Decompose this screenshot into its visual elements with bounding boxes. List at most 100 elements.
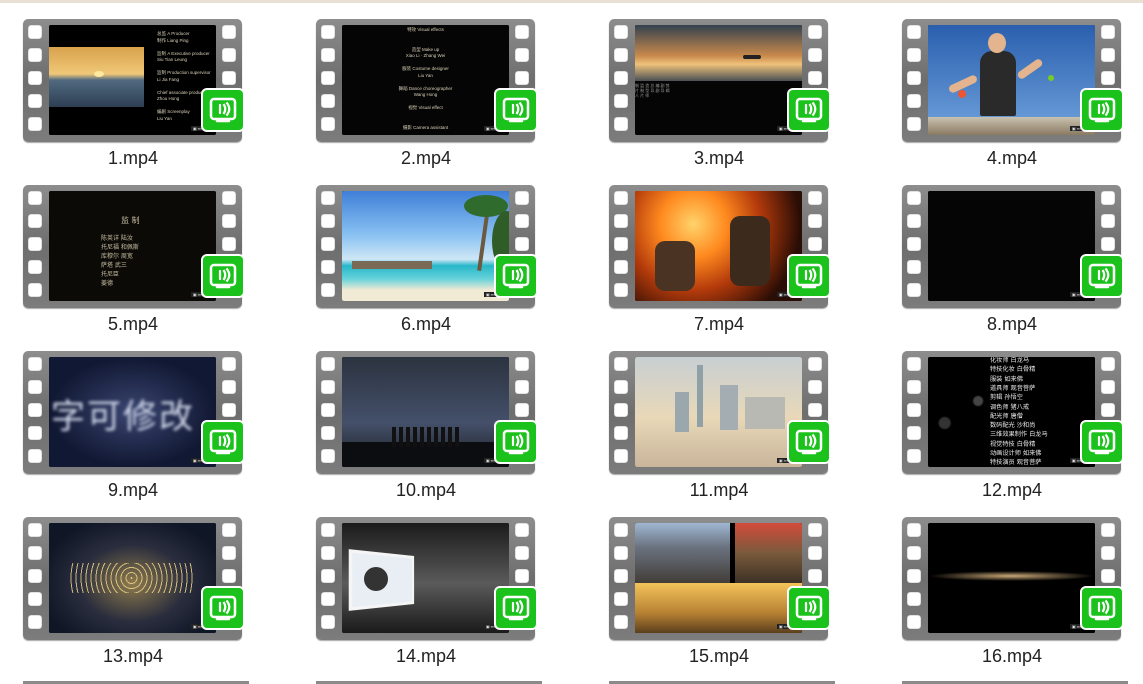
film-hole — [321, 283, 335, 297]
film-hole — [1101, 237, 1115, 251]
file-item[interactable]: 特效 Visual effects 造型 Make up Xiao Li · Zha… — [313, 4, 543, 168]
thumb-credit-line: 库穆尔 周宽 — [101, 253, 133, 260]
film-hole — [614, 403, 628, 417]
video-thumbnail: ▣ ▪▪▪ — [342, 357, 509, 467]
film-holes — [614, 191, 629, 307]
film-hole — [321, 25, 335, 39]
film-holes — [321, 357, 336, 473]
film-hole — [515, 357, 529, 371]
thumb-credit-line: 服装 如来佛 — [990, 375, 1023, 383]
film-hole — [28, 380, 42, 394]
thumb-credit-line: 视觉特技 白骨精 — [990, 440, 1036, 448]
film-hole — [614, 569, 628, 583]
film-hole — [1101, 357, 1115, 371]
film-hole — [515, 380, 529, 394]
film-hole — [907, 214, 921, 228]
film-hole — [321, 546, 335, 560]
film-hole — [907, 569, 921, 583]
file-name: 5.mp4 — [107, 314, 159, 334]
film-hole — [28, 523, 42, 537]
film-hole — [321, 71, 335, 85]
file-item[interactable]: ▣ ▪▪▪ 11.mp4 — [606, 336, 836, 500]
file-item[interactable]: ▣ ▪▪▪ 7.mp4 — [606, 170, 836, 334]
file-item[interactable]: ▣ ▪▪▪ 8.mp4 — [899, 170, 1129, 334]
film-holes — [28, 191, 43, 307]
film-holes — [28, 523, 43, 639]
film-hole — [808, 25, 822, 39]
file-item[interactable]: 字可修改 ▣ ▪▪▪ 9.mp4 — [20, 336, 250, 500]
video-thumbnail: 特效 Visual effects 造型 Make up Xiao Li · Zha… — [342, 25, 509, 135]
film-hole — [28, 48, 42, 62]
film-hole — [515, 523, 529, 537]
file-name: 13.mp4 — [102, 646, 164, 666]
film-hole — [321, 357, 335, 371]
film-hole — [222, 546, 236, 560]
film-hole — [907, 260, 921, 274]
thumb-credit-line: 动画设计师 如来佛 — [990, 450, 1042, 457]
film-hole — [222, 191, 236, 205]
film-hole — [614, 260, 628, 274]
film-hole — [614, 449, 628, 463]
film-hole — [808, 546, 822, 560]
film-holes — [321, 25, 336, 141]
file-item[interactable]: ▣ ▪▪▪ 6.mp4 — [313, 170, 543, 334]
film-hole — [614, 25, 628, 39]
film-hole — [321, 191, 335, 205]
film-hole — [614, 615, 628, 629]
video-thumbnail: 监 制陈英详 陆汝 托尼福 和佩斯 库穆尔 周宽 萨塔 武三 托尼臣 姜德 ▣ ▪▪▪ — [49, 191, 216, 301]
film-hole — [28, 426, 42, 440]
film-hole — [222, 214, 236, 228]
film-holes — [907, 191, 922, 307]
film-hole — [1101, 214, 1115, 228]
film-hole — [614, 426, 628, 440]
file-item[interactable]: ▣ ▪▪▪ 16.mp4 — [899, 502, 1129, 666]
film-hole — [321, 117, 335, 131]
film-hole — [1101, 191, 1115, 205]
film-hole — [515, 546, 529, 560]
film-hole — [222, 380, 236, 394]
file-item[interactable]: ▣ ▪▪▪ 10.mp4 — [313, 336, 543, 500]
thumb-credit-line: 特技化妆 白骨精 — [990, 366, 1036, 374]
file-name: 3.mp4 — [693, 148, 745, 168]
film-holes — [907, 25, 922, 141]
thumb-title: 字可修改 — [51, 397, 195, 437]
file-item[interactable]: 化妆师 白龙马 特技化妆 白骨精 服装 如来佛 道具师 观音菩萨 剪辑 孙悟空 调色师 猪… — [899, 336, 1129, 500]
film-hole — [907, 48, 921, 62]
file-name: 7.mp4 — [693, 314, 745, 334]
film-hole — [907, 191, 921, 205]
file-item[interactable]: 制 监 造 总 编 副 剪片 制 型 导 剧 导 辑人 片 师 ▣ ▪▪▪ 3.… — [606, 4, 836, 168]
film-hole — [907, 426, 921, 440]
file-item[interactable]: ▣ ▪▪▪ 15.mp4 — [606, 502, 836, 666]
film-hole — [907, 449, 921, 463]
film-hole — [907, 71, 921, 85]
film-hole — [515, 191, 529, 205]
video-file-badge-icon — [1080, 586, 1124, 630]
film-holes — [28, 357, 43, 473]
film-hole — [28, 449, 42, 463]
film-hole — [614, 546, 628, 560]
file-item[interactable]: ▣ ▪▪▪ 14.mp4 — [313, 502, 543, 666]
film-hole — [614, 94, 628, 108]
file-item[interactable]: ▣ ▪▪▪ 4.mp4 — [899, 4, 1129, 168]
film-hole — [321, 48, 335, 62]
thumb-credit-line: 特技演员 观音菩萨 — [990, 459, 1042, 467]
file-item[interactable]: 总监 A Producer 制作 Liang Ping 监制 A Executive… — [20, 4, 250, 168]
film-hole — [28, 25, 42, 39]
file-item[interactable]: ▣ ▪▪▪ 13.mp4 — [20, 502, 250, 666]
film-hole — [321, 569, 335, 583]
file-name: 12.mp4 — [981, 480, 1043, 500]
film-hole — [515, 403, 529, 417]
film-hole — [614, 48, 628, 62]
film-hole — [515, 569, 529, 583]
file-grid: 总监 A Producer 制作 Liang Ping 监制 A Executive… — [0, 0, 1143, 684]
film-hole — [28, 592, 42, 606]
film-hole — [28, 569, 42, 583]
film-hole — [614, 357, 628, 371]
film-hole — [907, 283, 921, 297]
file-name: 8.mp4 — [986, 314, 1038, 334]
video-thumbnail: ▣ ▪▪▪ — [342, 191, 509, 301]
film-hole — [907, 380, 921, 394]
film-hole — [614, 117, 628, 131]
film-hole — [321, 403, 335, 417]
file-item[interactable]: 监 制陈英详 陆汝 托尼福 和佩斯 库穆尔 周宽 萨塔 武三 托尼臣 姜德 ▣ ▪▪▪ 5… — [20, 170, 250, 334]
